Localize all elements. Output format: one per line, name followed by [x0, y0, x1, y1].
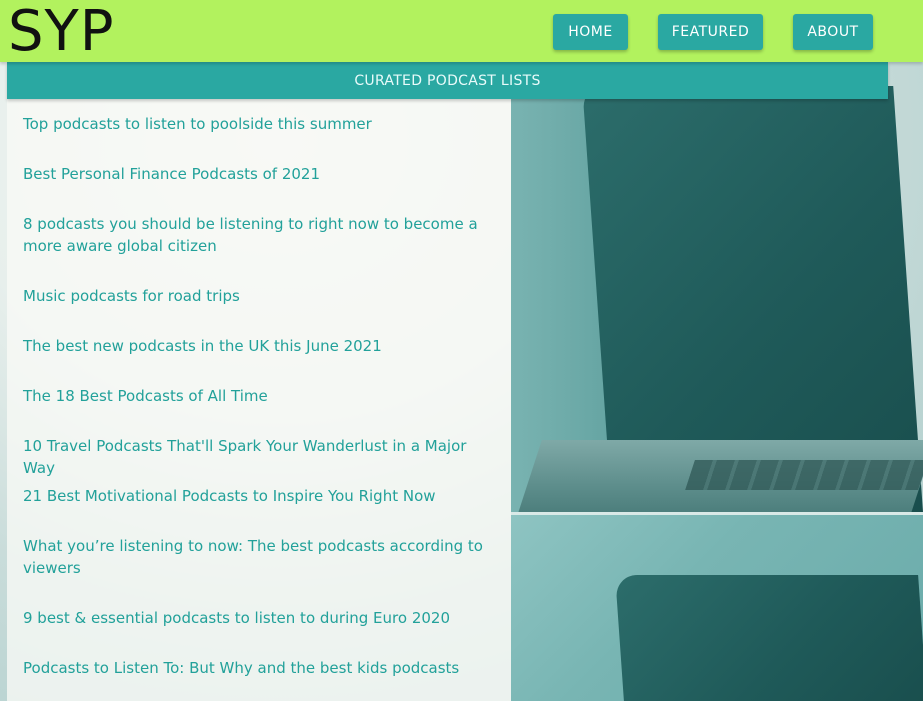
podcast-list-panel: Top podcasts to listen to poolside this …	[7, 99, 511, 701]
podcast-list-link[interactable]: Music podcasts for road trips	[23, 285, 495, 307]
podcast-list-link[interactable]: Best Personal Finance Podcasts of 2021	[23, 163, 495, 185]
podcast-list-link[interactable]: 9 best & essential podcasts to listen to…	[23, 607, 495, 629]
podcast-list-link[interactable]: The 18 Best Podcasts of All Time	[23, 385, 495, 407]
podcast-list-link[interactable]: What you’re listening to now: The best p…	[23, 535, 495, 579]
podcast-list-link[interactable]: The best new podcasts in the UK this Jun…	[23, 335, 495, 357]
nav-home-button[interactable]: HOME	[553, 14, 628, 50]
top-header: SYP HOME FEATURED ABOUT	[0, 0, 923, 62]
podcast-list-link[interactable]: Podcasts to Listen To: But Why and the b…	[23, 657, 495, 679]
podcast-list-link[interactable]: Top podcasts to listen to poolside this …	[23, 113, 495, 135]
page: SYP HOME FEATURED ABOUT CURATED PODCAST …	[0, 0, 923, 701]
second-laptop-image	[615, 575, 923, 701]
nav-featured-button[interactable]: FEATURED	[658, 14, 763, 50]
podcast-list-link[interactable]: 21 Best Motivational Podcasts to Inspire…	[23, 485, 495, 507]
nav-about-button[interactable]: ABOUT	[793, 14, 873, 50]
section-title: CURATED PODCAST LISTS	[354, 73, 541, 89]
podcast-list-link[interactable]: 10 Travel Podcasts That'll Spark Your Wa…	[23, 435, 495, 479]
section-title-bar: CURATED PODCAST LISTS	[7, 62, 888, 99]
site-logo[interactable]: SYP	[8, 2, 115, 62]
podcast-list-link[interactable]: 8 podcasts you should be listening to ri…	[23, 213, 495, 257]
laptop-keyboard-image	[685, 460, 923, 490]
